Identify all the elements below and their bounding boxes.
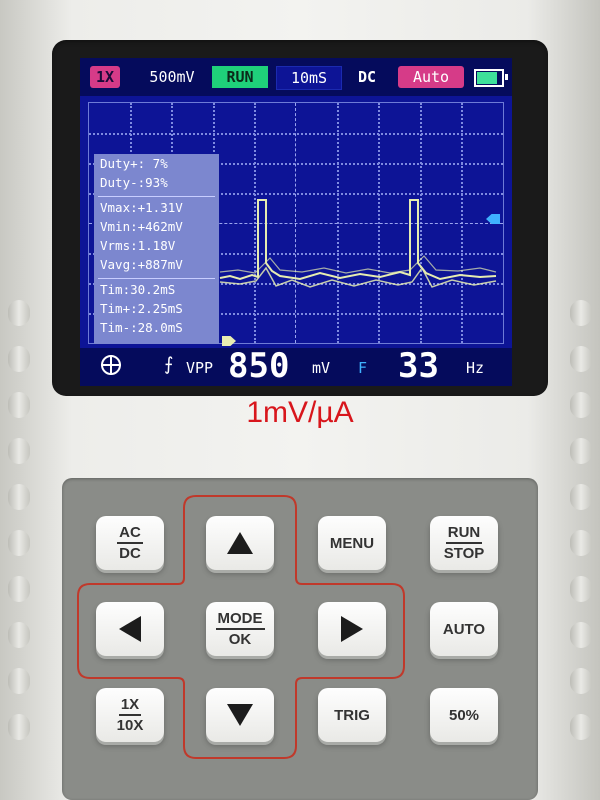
vpp-value: 850 <box>228 346 290 386</box>
oscilloscope-device: 1X 500mV RUN 10mS DC Auto Duty+: 7% Duty… <box>0 0 600 800</box>
trig-label: TRIG <box>334 706 370 724</box>
fifty-percent-button[interactable]: 50% <box>430 688 498 742</box>
duty-positive: Duty+: 7% <box>100 156 168 171</box>
menu-button[interactable]: MENU <box>318 516 386 570</box>
mode-ok-button[interactable]: MODE OK <box>206 602 274 656</box>
vrms-value: Vrms:1.18V <box>100 238 176 253</box>
stop-label: STOP <box>443 544 485 562</box>
vmin-value: Vmin:+462mV <box>100 219 183 234</box>
probe-1x-10x-button[interactable]: 1X 10X <box>96 688 164 742</box>
frequency-unit: Hz <box>466 359 485 377</box>
menu-label: MENU <box>329 534 375 552</box>
run-label: RUN <box>445 524 483 544</box>
auto-label: AUTO <box>442 620 486 638</box>
crosshair-move-icon <box>101 355 121 375</box>
readout-bar: ⨍ VPP 850 mV F 33 Hz <box>80 346 512 386</box>
vpp-unit: mV <box>312 359 331 377</box>
fifty-percent-label: 50% <box>448 706 480 724</box>
ac-label: AC <box>117 524 143 544</box>
right-button[interactable] <box>318 602 386 656</box>
vpp-label: VPP <box>186 359 214 377</box>
left-button[interactable] <box>96 602 164 656</box>
ac-dc-button[interactable]: AC DC <box>96 516 164 570</box>
trig-button[interactable]: TRIG <box>318 688 386 742</box>
vmax-value: Vmax:+1.31V <box>100 200 183 215</box>
duty-negative: Duty-:93% <box>100 175 168 190</box>
period-value: Tim:30.2mS <box>100 282 176 297</box>
left-grip <box>8 300 30 770</box>
positive-width-value: Tim+:2.25mS <box>100 301 183 316</box>
oscilloscope-screen: 1X 500mV RUN 10mS DC Auto Duty+: 7% Duty… <box>80 58 512 386</box>
1x-label: 1X <box>118 696 142 716</box>
right-grip <box>570 300 592 770</box>
auto-button[interactable]: AUTO <box>430 602 498 656</box>
vavg-value: Vavg:+887mV <box>100 257 183 272</box>
mode-label: MODE <box>215 610 265 630</box>
run-stop-button[interactable]: RUN STOP <box>430 516 498 570</box>
probe-scale-caption: 1mV/µA <box>246 396 354 429</box>
left-arrow-icon <box>119 616 141 642</box>
up-button[interactable] <box>206 516 274 570</box>
frequency-value: 33 <box>398 346 439 386</box>
negative-width-value: Tim-:28.0mS <box>100 320 183 335</box>
ok-label: OK <box>228 630 252 648</box>
down-button[interactable] <box>206 688 274 742</box>
frequency-label: F <box>358 359 368 377</box>
keypad: AC DC MENU RUN STOP MODE OK AUTO 1X 10X <box>62 478 538 800</box>
right-arrow-icon <box>341 616 363 642</box>
rising-edge-icon: ⨍ <box>164 354 174 375</box>
measurements-panel: Duty+: 7% Duty-:93% Vmax:+1.31V Vmin:+46… <box>94 154 219 344</box>
10x-label: 10X <box>116 716 144 734</box>
down-arrow-icon <box>227 704 253 726</box>
up-arrow-icon <box>227 532 253 554</box>
dc-label: DC <box>119 544 141 562</box>
